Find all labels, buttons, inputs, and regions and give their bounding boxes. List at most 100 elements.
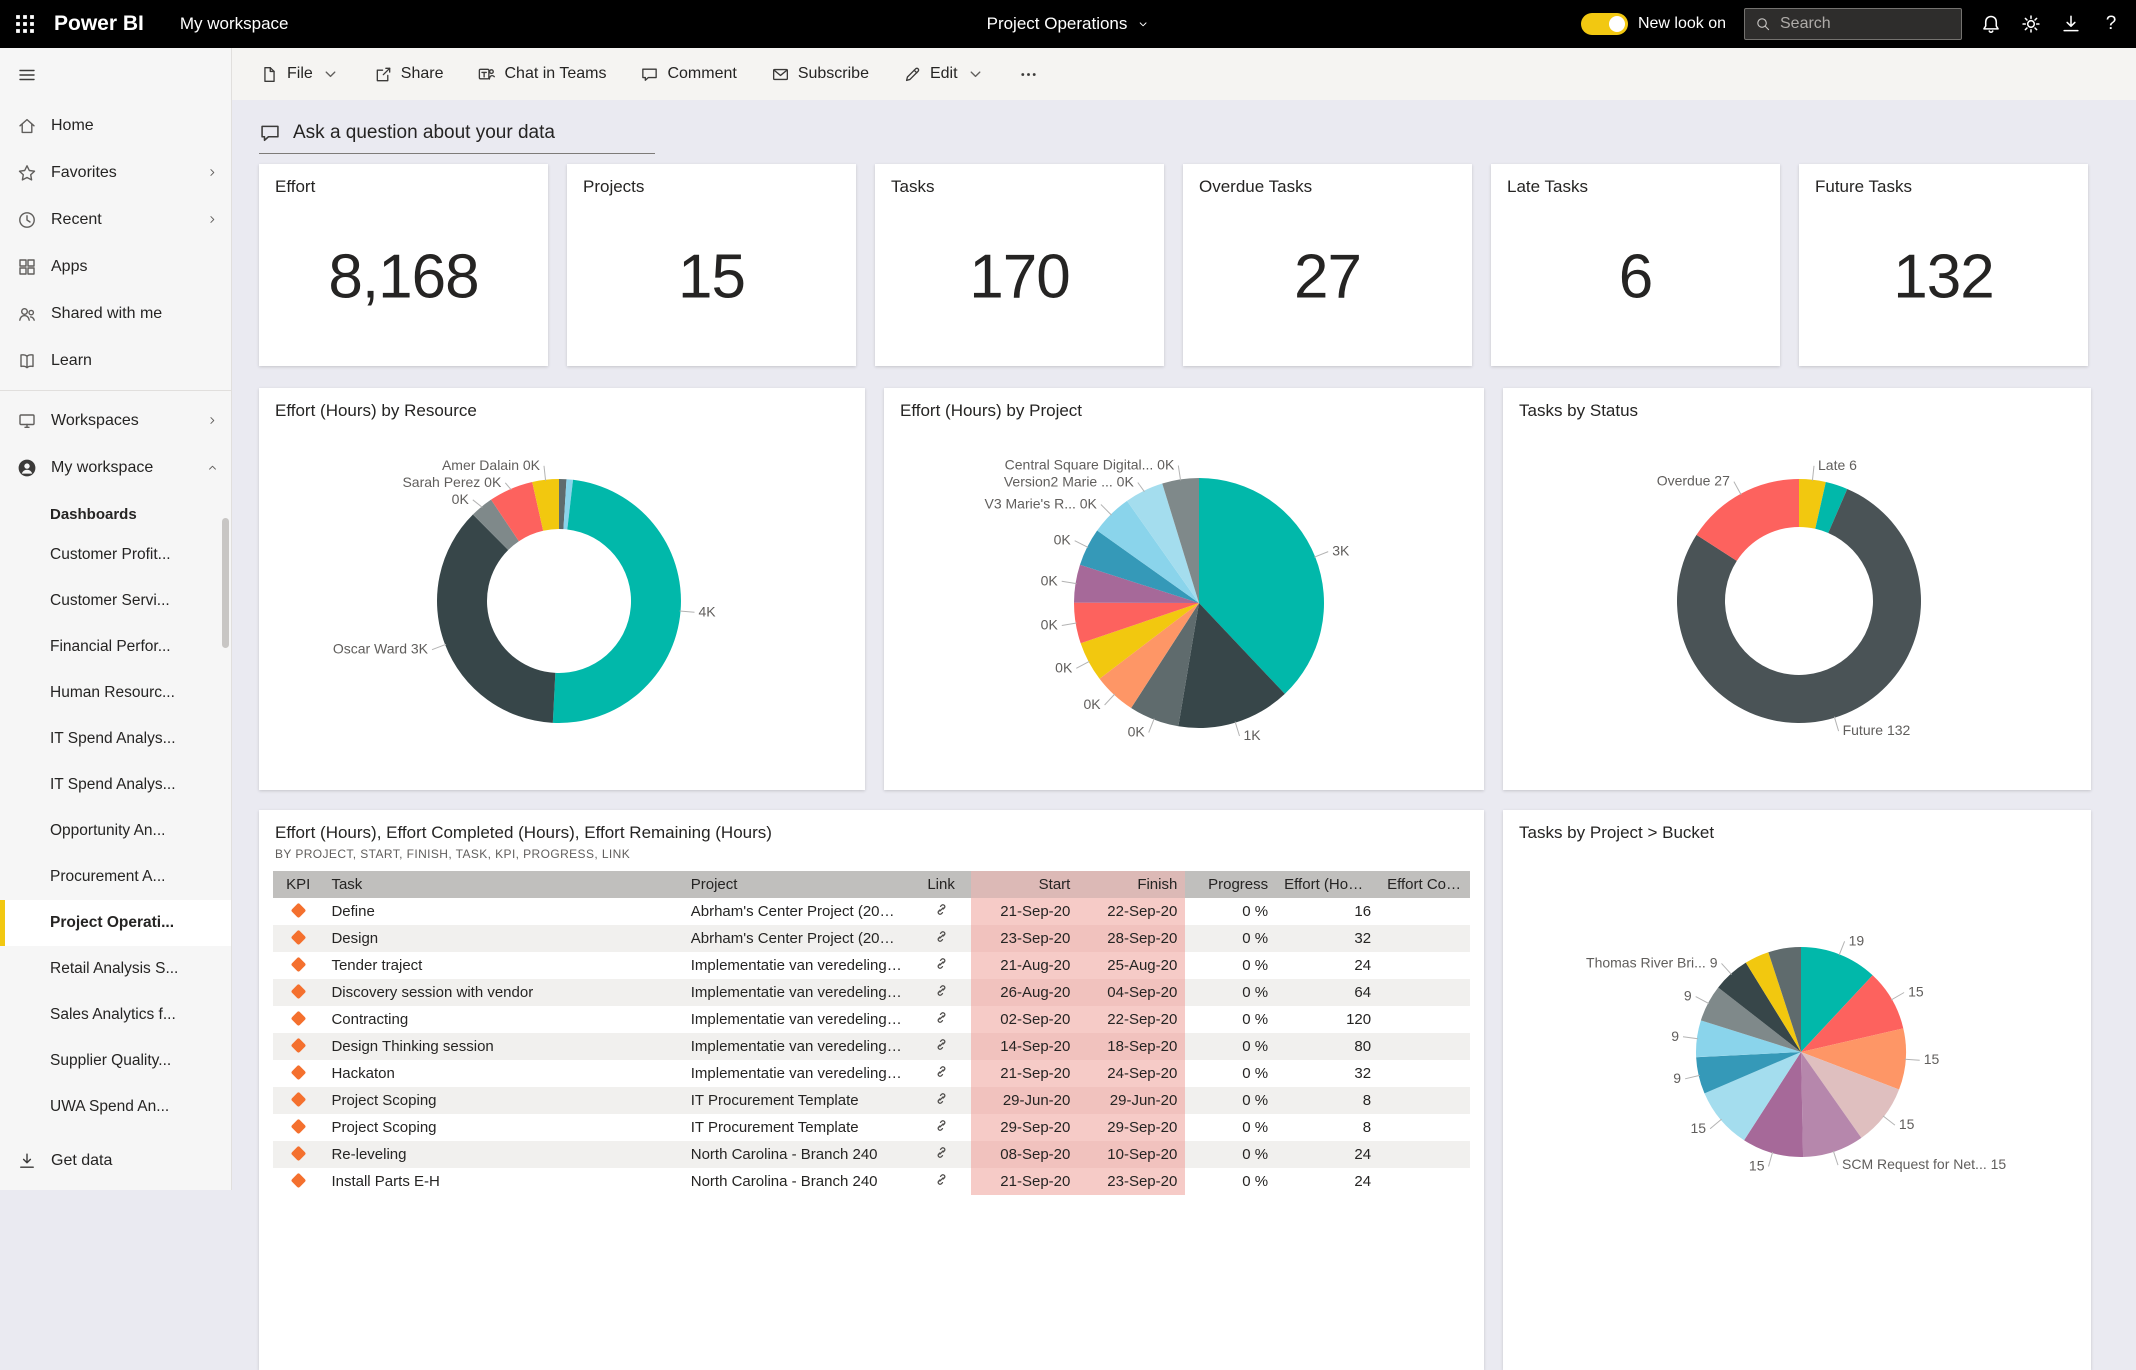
toolbar-item-edit[interactable]: Edit xyxy=(903,65,985,84)
cell-start: 23-Sep-20 xyxy=(971,925,1078,952)
chart-slice[interactable] xyxy=(437,515,555,723)
table-row[interactable]: Project ScopingIT Procurement Template29… xyxy=(273,1114,1470,1141)
kpi-card-late-tasks[interactable]: Late Tasks6 xyxy=(1491,164,1780,366)
column-header-finish[interactable]: Finish xyxy=(1078,871,1185,898)
toolbar-item-share[interactable]: Share xyxy=(374,65,444,84)
sidebar-item-customer-servi[interactable]: Customer Servi... xyxy=(0,578,231,624)
kpi-card-title: Effort xyxy=(259,164,548,210)
table-row[interactable]: Install Parts E-HNorth Carolina - Branch… xyxy=(273,1168,1470,1195)
sidebar-item-procurement-a[interactable]: Procurement A... xyxy=(0,854,231,900)
kpi-card-effort[interactable]: Effort8,168 xyxy=(259,164,548,366)
sidebar-item-project-operati[interactable]: Project Operati... xyxy=(0,900,231,946)
notifications-icon[interactable] xyxy=(1980,13,2002,35)
sidebar-item-it-spend-analys[interactable]: IT Spend Analys... xyxy=(0,716,231,762)
sidebar-item-opportunity-an[interactable]: Opportunity An... xyxy=(0,808,231,854)
waffle-menu-button[interactable] xyxy=(0,0,50,48)
kpi-status-icon xyxy=(290,903,306,919)
toolbar-item-subscribe[interactable]: Subscribe xyxy=(771,65,869,84)
sidebar-item-workspaces[interactable]: Workspaces xyxy=(0,397,231,444)
search-box[interactable] xyxy=(1744,8,1962,40)
kpi-card-overdue-tasks[interactable]: Overdue Tasks27 xyxy=(1183,164,1472,366)
column-header-progress[interactable]: Progress xyxy=(1185,871,1276,898)
cell-progress: 0 % xyxy=(1185,1006,1276,1033)
table-row[interactable]: Project ScopingIT Procurement Template29… xyxy=(273,1087,1470,1114)
column-header-task[interactable]: Task xyxy=(323,871,682,898)
dashboard-item-label: Supplier Quality... xyxy=(50,1052,171,1070)
sidebar-item-apps[interactable]: Apps xyxy=(0,243,231,290)
table-row[interactable]: Re-levelingNorth Carolina - Branch 24008… xyxy=(273,1141,1470,1168)
table-row[interactable]: HackatonImplementatie van veredelings ad… xyxy=(273,1060,1470,1087)
sidebar-item-favorites[interactable]: Favorites xyxy=(0,149,231,196)
kpi-card-projects[interactable]: Projects15 xyxy=(567,164,856,366)
sidebar-item-uwa-spend-an[interactable]: UWA Spend An... xyxy=(0,1084,231,1130)
table-row[interactable]: DefineAbrham's Center Project (2020 Q4)2… xyxy=(273,898,1470,925)
app-title[interactable]: Power BI xyxy=(54,12,144,36)
kpi-status-icon xyxy=(290,1119,306,1135)
cell-start: 21-Aug-20 xyxy=(971,952,1078,979)
kpi-card-title: Tasks xyxy=(875,164,1164,210)
breadcrumb[interactable]: My workspace xyxy=(180,14,289,34)
table-row[interactable]: ContractingImplementatie van veredelings… xyxy=(273,1006,1470,1033)
sidebar-item-label: My workspace xyxy=(51,459,153,477)
sidebar-item-learn[interactable]: Learn xyxy=(0,337,231,384)
sidebar-item-customer-profit[interactable]: Customer Profit... xyxy=(0,532,231,578)
sidebar-scrollbar[interactable] xyxy=(222,518,229,648)
cell-progress: 0 % xyxy=(1185,925,1276,952)
clock-icon xyxy=(17,210,37,230)
table-row[interactable]: Tender trajectImplementatie van veredeli… xyxy=(273,952,1470,979)
download-icon[interactable] xyxy=(2060,13,2082,35)
cell-task: Discovery session with vendor xyxy=(323,979,682,1006)
cell-effort-completed xyxy=(1379,925,1470,952)
toggle-pill[interactable] xyxy=(1581,13,1628,35)
panel-effort-by-resource[interactable]: Effort (Hours) by Resource 4KOscar Ward … xyxy=(259,388,865,790)
chart-slice[interactable] xyxy=(553,480,681,723)
sidebar-collapse-button[interactable] xyxy=(0,48,231,102)
sidebar-item-recent[interactable]: Recent xyxy=(0,196,231,243)
cell-start: 08-Sep-20 xyxy=(971,1141,1078,1168)
sidebar-item-home[interactable]: Home xyxy=(0,102,231,149)
help-icon[interactable]: ? xyxy=(2100,13,2122,35)
search-input[interactable] xyxy=(1780,15,1951,33)
sidebar-item-human-resourc[interactable]: Human Resourc... xyxy=(0,670,231,716)
toolbar-item-label: Subscribe xyxy=(798,65,869,83)
page-title-menu[interactable]: Project Operations xyxy=(987,14,1150,34)
sidebar-item-retail-analysis-s[interactable]: Retail Analysis S... xyxy=(0,946,231,992)
cell-effort: 80 xyxy=(1276,1033,1379,1060)
column-header-start[interactable]: Start xyxy=(971,871,1078,898)
table-row[interactable]: Design Thinking sessionImplementatie van… xyxy=(273,1033,1470,1060)
sidebar-item-get-data[interactable]: Get data xyxy=(0,1137,231,1184)
cell-project: IT Procurement Template xyxy=(683,1114,911,1141)
search-icon xyxy=(1755,16,1771,32)
new-look-toggle[interactable]: New look on xyxy=(1581,13,1726,35)
sidebar-item-supplier-quality[interactable]: Supplier Quality... xyxy=(0,1038,231,1084)
toolbar-item-chat-in-teams[interactable]: Chat in Teams xyxy=(477,65,606,84)
sidebar-item-sales-analytics-f[interactable]: Sales Analytics f... xyxy=(0,992,231,1038)
sidebar-item-my-workspace[interactable]: My workspace xyxy=(0,444,231,491)
kpi-card-future-tasks[interactable]: Future Tasks132 xyxy=(1799,164,2088,366)
ask-question-input[interactable]: Ask a question about your data xyxy=(259,112,655,154)
sidebar-item-financial-perfor[interactable]: Financial Perfor... xyxy=(0,624,231,670)
link-icon xyxy=(934,983,949,998)
settings-icon[interactable] xyxy=(2020,13,2042,35)
toolbar-item-comment[interactable]: Comment xyxy=(640,65,736,84)
column-header-effort-com[interactable]: Effort Com... xyxy=(1379,871,1470,898)
kpi-status-icon xyxy=(290,1011,306,1027)
column-header-link[interactable]: Link xyxy=(911,871,972,898)
kpi-card-tasks[interactable]: Tasks170 xyxy=(875,164,1164,366)
table-row[interactable]: DesignAbrham's Center Project (2020 Q4)2… xyxy=(273,925,1470,952)
column-header-kpi[interactable]: KPI xyxy=(273,871,323,898)
cell-start: 29-Sep-20 xyxy=(971,1114,1078,1141)
panel-effort-table[interactable]: Effort (Hours), Effort Completed (Hours)… xyxy=(259,810,1484,1370)
sidebar-item-shared-with-me[interactable]: Shared with me xyxy=(0,290,231,337)
speech-bubble-icon xyxy=(259,122,281,144)
toolbar-item-file[interactable]: File xyxy=(260,65,340,84)
sidebar-item-it-spend-analys[interactable]: IT Spend Analys... xyxy=(0,762,231,808)
table-row[interactable]: Discovery session with vendorImplementat… xyxy=(273,979,1470,1006)
toolbar-item-more-icon[interactable] xyxy=(1019,65,1038,84)
panel-effort-by-project[interactable]: Effort (Hours) by Project 3K1K0K0K0K0K0K… xyxy=(884,388,1484,790)
column-header-project[interactable]: Project xyxy=(683,871,911,898)
sidebar-item-label: Recent xyxy=(51,211,102,229)
panel-tasks-by-status[interactable]: Tasks by Status Late 6Future 132Overdue … xyxy=(1503,388,2091,790)
column-header-effort-hours[interactable]: Effort (Hours) xyxy=(1276,871,1379,898)
panel-tasks-by-bucket[interactable]: Tasks by Project > Bucket 19151515SCM Re… xyxy=(1503,810,2091,1370)
